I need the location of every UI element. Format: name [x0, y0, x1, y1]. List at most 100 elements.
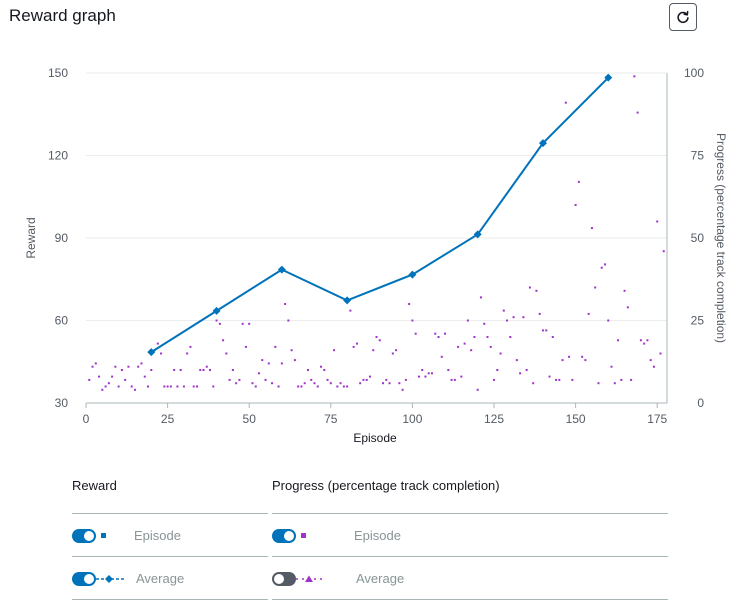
- square-marker-icon: [301, 532, 306, 538]
- x-tick-label: 150: [566, 412, 586, 426]
- progress-episode-point: [512, 316, 515, 319]
- progress-episode-point: [192, 385, 195, 388]
- progress-episode-point: [659, 352, 662, 355]
- progress-episode-point: [388, 382, 391, 385]
- progress-episode-point: [499, 352, 502, 355]
- progress-episode-point: [261, 359, 264, 362]
- progress-episode-point: [404, 378, 407, 381]
- progress-episode-point: [202, 369, 205, 371]
- progress-episode-point: [225, 352, 228, 355]
- reward-chart: 30 60 90 120 150 0 25 50 75 100 0 25 50 75 100 125 150 17…: [24, 66, 728, 445]
- progress-episode-point: [120, 369, 123, 371]
- x-tick-label: 75: [324, 412, 338, 426]
- progress-episode-point: [244, 345, 247, 348]
- progress-episode-point: [603, 263, 606, 266]
- progress-episode-point: [613, 382, 616, 385]
- progress-episode-point: [574, 204, 577, 206]
- progress-episode-point: [525, 369, 528, 371]
- legend-header-progress: Progress (percentage track completion): [272, 478, 500, 493]
- progress-episode-point: [199, 369, 202, 371]
- progress-episode-point: [395, 349, 398, 352]
- progress-episode-point: [182, 385, 185, 388]
- progress-episode-point: [623, 289, 626, 292]
- progress-episode-point: [597, 382, 600, 385]
- legend-divider: [72, 556, 268, 557]
- legend-label-reward-average: Average: [136, 571, 185, 586]
- progress-episode-point: [163, 385, 166, 388]
- y-tick-label: 90: [55, 231, 69, 245]
- progress-episode-point: [489, 345, 492, 348]
- progress-episode-point: [166, 385, 169, 388]
- progress-episode-point: [137, 365, 140, 368]
- progress-episode-point: [391, 352, 394, 355]
- progress-episode-point: [147, 385, 150, 388]
- progress-episode-point: [342, 385, 345, 388]
- progress-episode-point: [104, 385, 107, 388]
- progress-episode-point: [248, 322, 251, 325]
- y2-tick-label: 75: [691, 149, 705, 163]
- legend-header-reward: Reward: [72, 478, 117, 493]
- toggle-progress-episode[interactable]: [272, 528, 296, 543]
- progress-episode-point: [558, 378, 561, 381]
- page-title: Reward graph: [9, 6, 116, 25]
- refresh-icon: [677, 10, 689, 24]
- progress-episode-point: [140, 362, 143, 365]
- progress-episode-point: [470, 349, 473, 352]
- y2-tick-label: 0: [697, 396, 704, 410]
- progress-episode-point: [94, 362, 97, 365]
- progress-episode-point: [297, 385, 300, 388]
- toggle-reward-average[interactable]: [72, 571, 96, 586]
- legend-divider: [72, 599, 268, 600]
- refresh-button[interactable]: [669, 3, 697, 31]
- progress-episode-point: [320, 365, 323, 368]
- progress-episode-point: [486, 336, 489, 338]
- progress-episode-point: [267, 362, 270, 365]
- progress-episode-point: [417, 375, 420, 378]
- legend-divider: [272, 513, 668, 514]
- progress-episode-point: [107, 382, 110, 385]
- progress-episode-point: [564, 101, 567, 104]
- progress-episode-point: [306, 369, 309, 371]
- line-diamond-marker-icon: [96, 574, 126, 583]
- progress-episode-point: [124, 378, 127, 381]
- progress-episode-point: [241, 322, 244, 325]
- progress-episode-point: [453, 378, 456, 381]
- progress-episode-point: [277, 385, 280, 388]
- reward-average-point: [343, 296, 352, 305]
- toggle-reward-episode[interactable]: [72, 528, 96, 543]
- progress-episode-point: [101, 388, 104, 391]
- x-axis-label: Episode: [353, 431, 397, 445]
- progress-episode-point: [117, 385, 120, 388]
- progress-episode-point: [522, 316, 525, 319]
- progress-episode-point: [639, 339, 642, 342]
- progress-episode-point: [235, 382, 238, 385]
- progress-episode-point: [398, 382, 401, 385]
- y2-tick-label: 100: [684, 66, 704, 80]
- progress-episode-point: [466, 319, 469, 322]
- progress-episode-point: [189, 345, 192, 348]
- progress-episode-point: [355, 342, 358, 345]
- progress-episode-point: [551, 336, 554, 338]
- progress-episode-point: [382, 382, 385, 385]
- progress-episode-point: [274, 345, 277, 348]
- progress-episode-point: [408, 303, 411, 305]
- progress-episode-point: [368, 375, 371, 378]
- progress-episode-point: [607, 319, 610, 322]
- progress-episode-point: [98, 375, 101, 378]
- progress-episode-point: [555, 378, 558, 381]
- progress-episode-point: [532, 382, 535, 385]
- legend-label-progress-average: Average: [356, 571, 405, 586]
- progress-episode-point: [179, 369, 182, 371]
- y-tick-label: 150: [48, 66, 68, 80]
- progress-episode-point: [633, 75, 636, 78]
- progress-episode-point: [222, 339, 225, 342]
- progress-episode-point: [414, 332, 417, 335]
- toggle-progress-average[interactable]: [272, 571, 296, 586]
- progress-episode-point: [352, 345, 355, 348]
- progress-episode-point: [326, 378, 329, 381]
- progress-episode-point: [496, 369, 499, 371]
- progress-episode-point: [652, 365, 655, 368]
- x-tick-label: 100: [402, 412, 422, 426]
- progress-episode-point: [280, 362, 283, 365]
- progress-episode-point: [385, 378, 388, 381]
